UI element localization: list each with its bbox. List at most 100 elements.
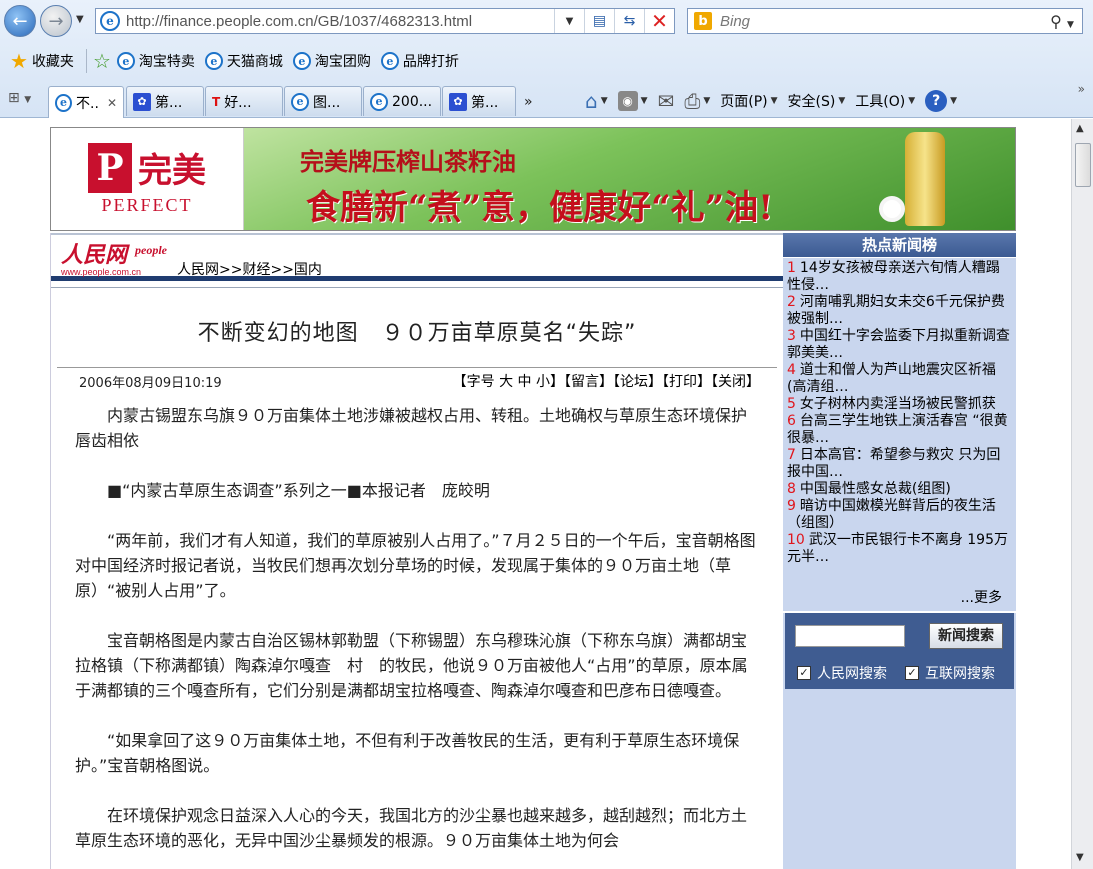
command-bar: ⌂ ▼ ◉ ▼ ✉ ⎙ ▼ 页面(P) ▼ 安全(S) ▼ 工具(O) ▼ ? ▼	[585, 86, 967, 116]
favorite-link[interactable]: e 天猫商城	[204, 51, 283, 71]
quick-tabs-icon[interactable]: ⊞ ▼	[8, 90, 31, 106]
people-logo-sub: people	[135, 243, 167, 257]
hot-news-link[interactable]: 道士和僧人为芦山地震灾区祈福(高清组…	[787, 362, 996, 395]
compatibility-view-icon[interactable]: ▤	[584, 9, 614, 33]
hot-news-link[interactable]: 台高三学生地铁上演活春宫 “很黄很暴…	[787, 413, 1008, 446]
hot-news-item[interactable]: 6 台高三学生地铁上演活春宫 “很黄很暴…	[787, 413, 1013, 447]
vertical-scrollbar[interactable]: ▲ ▼	[1071, 119, 1093, 869]
tab-label: 200...	[392, 93, 433, 110]
stop-icon[interactable]: ✕	[644, 9, 674, 33]
article-tools[interactable]: 【字号 大 中 小】【留言】【论坛】【打印】【关闭】	[453, 371, 760, 391]
article-body: 内蒙古锡盟东乌旗９０万亩集体土地涉嫌被越权占用、转租。土地确权与草原生态环境保护…	[75, 403, 761, 869]
article-title: 不断变幻的地图 ９０万亩草原莫名“失踪”	[197, 321, 637, 346]
add-favorite-icon[interactable]: ☆	[93, 49, 111, 73]
hot-news-link[interactable]: 暗访中国嫩模光鲜背后的夜生活（组图）	[787, 498, 996, 531]
tab[interactable]: ✿ 第...	[442, 86, 516, 116]
rank-number: 3	[787, 328, 796, 344]
rank-number: 2	[787, 294, 796, 310]
ad-logo-en: PERFECT	[101, 194, 193, 215]
tab-label: 第...	[155, 94, 183, 111]
hot-news-link[interactable]: 武汉一市民银行卡不离身 195万元半…	[787, 532, 1008, 565]
sidebar: 热点新闻榜 1 14岁女孩被母亲送六旬情人糟蹋 性侵… 2 河南哺乳期妇女未交6千元…	[783, 233, 1016, 869]
home-button[interactable]: ⌂ ▼	[585, 89, 608, 113]
search-magnifier-icon[interactable]: ⚲ ▼	[1042, 12, 1082, 31]
hot-news-item[interactable]: 10 武汉一市民银行卡不离身 195万元半…	[787, 532, 1013, 566]
scroll-up-icon[interactable]: ▲	[1076, 123, 1084, 134]
hot-news-item[interactable]: 9 暗访中国嫩模光鲜背后的夜生活（组图）	[787, 498, 1013, 532]
tab[interactable]: e 200...	[363, 86, 441, 116]
back-button[interactable]: ←	[4, 5, 36, 37]
tab-active[interactable]: e 不.. ✕	[48, 86, 124, 118]
favorite-link-label: 天猫商城	[226, 54, 283, 70]
hot-news-link[interactable]: 日本高官：希望参与救灾 只为回报中国…	[787, 447, 1000, 480]
page-menu-label: 页面(P)	[720, 94, 768, 110]
hot-news-item[interactable]: 2 河南哺乳期妇女未交6千元保护费被强制…	[787, 294, 1013, 328]
refresh-icon[interactable]: ⇆	[614, 9, 644, 33]
address-dropdown[interactable]: ▼	[554, 9, 584, 33]
hot-news-item[interactable]: 5 女子树林内卖淫当场被民警抓获	[787, 396, 1013, 413]
safety-menu-label: 安全(S)	[787, 94, 836, 110]
mail-icon: ✉	[657, 89, 675, 113]
chevron-right-icon[interactable]: »	[1078, 82, 1085, 96]
web-search-checkbox[interactable]: ✓ 互联网搜索	[905, 663, 995, 683]
divider	[51, 287, 783, 288]
hot-news-item[interactable]: 3 中国红十字会监委下月拟重新调查郭美美…	[787, 328, 1013, 362]
people-logo[interactable]: 人民网 people www.people.com.cn	[61, 237, 169, 279]
tab[interactable]: e 图...	[284, 86, 362, 116]
rank-number: 8	[787, 481, 796, 497]
ad-banner[interactable]: P 完美 PERFECT 完美牌压榨山茶籽油 食膳新“煮”意，健康好“礼”油!	[50, 127, 1016, 231]
news-search-button[interactable]: 新闻搜索	[929, 623, 1003, 649]
hot-news-link[interactable]: 中国红十字会监委下月拟重新调查郭美美…	[787, 328, 1010, 361]
safety-menu[interactable]: 安全(S) ▼	[788, 91, 846, 111]
tab-list-more-button[interactable]: »	[516, 88, 572, 116]
favorite-link[interactable]: e 淘宝特卖	[116, 51, 195, 71]
feeds-button[interactable]: ◉ ▼	[617, 91, 648, 111]
scroll-down-icon[interactable]: ▼	[1076, 852, 1084, 863]
search-box[interactable]: b Bing ⚲ ▼	[687, 8, 1083, 34]
breadcrumb[interactable]: 人民网>>财经>>国内	[177, 259, 322, 279]
help-button[interactable]: ? ▼	[925, 90, 957, 112]
hot-news-item[interactable]: 4 道士和僧人为芦山地震灾区祈福(高清组…	[787, 362, 1013, 396]
more-link[interactable]: ...更多	[961, 587, 1002, 607]
site-header: 人民网 people www.people.com.cn 人民网>>财经>>国内	[51, 235, 783, 281]
ad-main: 完美牌压榨山茶籽油 食膳新“煮”意，健康好“礼”油!	[244, 128, 1015, 230]
rank-number: 10	[787, 532, 805, 548]
article-paragraph: 宝音朝格图是内蒙古自治区锡林郭勒盟（下称锡盟）东乌穆珠沁旗（下称东乌旗）满都胡宝…	[75, 631, 748, 700]
tools-menu-label: 工具(O)	[855, 94, 906, 110]
address-url[interactable]: http://finance.people.com.cn/GB/1037/468…	[126, 13, 554, 30]
ie-icon: e	[204, 52, 223, 70]
mail-button[interactable]: ✉	[658, 89, 675, 113]
news-search-input[interactable]	[795, 625, 905, 647]
tab[interactable]: ✿ 第...	[126, 86, 204, 116]
help-icon: ?	[925, 90, 948, 112]
tab[interactable]: T 好...	[205, 86, 283, 116]
article-paragraph: “如果拿回了这９０万亩集体土地，不但有利于改善牧民的生活，更有利于草原生态环境保…	[75, 731, 740, 775]
ie-page-icon: e	[100, 11, 120, 31]
ie-icon: e	[55, 93, 73, 112]
search-placeholder[interactable]: Bing	[720, 13, 1042, 30]
address-bar[interactable]: e http://finance.people.com.cn/GB/1037/4…	[95, 8, 675, 34]
rank-number: 9	[787, 498, 796, 514]
favorite-link[interactable]: e 品牌打折	[380, 51, 459, 71]
favorite-link[interactable]: e 淘宝团购	[292, 51, 371, 71]
print-button[interactable]: ⎙ ▼	[684, 89, 710, 113]
favorite-link-label: 淘宝团购	[314, 54, 371, 70]
hot-news-link[interactable]: 女子树林内卖淫当场被民警抓获	[800, 396, 996, 412]
hot-news-item[interactable]: 1 14岁女孩被母亲送六旬情人糟蹋 性侵…	[787, 260, 1013, 294]
hot-news-list: 1 14岁女孩被母亲送六旬情人糟蹋 性侵… 2 河南哺乳期妇女未交6千元保护费被强制…	[787, 260, 1013, 566]
favorites-button[interactable]: ★ 收藏夹	[10, 49, 74, 73]
history-dropdown[interactable]: ▼	[76, 14, 84, 25]
hot-news-link[interactable]: 14岁女孩被母亲送六旬情人糟蹋 性侵…	[787, 260, 1000, 293]
forward-button[interactable]: →	[40, 5, 72, 37]
tools-menu[interactable]: 工具(O) ▼	[855, 91, 915, 111]
page-menu[interactable]: 页面(P) ▼	[720, 91, 777, 111]
tab-label: 好...	[224, 94, 252, 111]
people-search-checkbox[interactable]: ✓ 人民网搜索	[797, 663, 887, 683]
hot-news-item[interactable]: 7 日本高官：希望参与救灾 只为回报中国…	[787, 447, 1013, 481]
hot-news-link[interactable]: 中国最性感女总裁(组图)	[800, 481, 951, 497]
close-tab-icon[interactable]: ✕	[107, 96, 117, 110]
scroll-thumb[interactable]	[1075, 143, 1091, 187]
hot-news-link[interactable]: 河南哺乳期妇女未交6千元保护费被强制…	[787, 294, 1005, 327]
tab-label: 不..	[76, 95, 99, 112]
hot-news-item[interactable]: 8 中国最性感女总裁(组图)	[787, 481, 1013, 498]
